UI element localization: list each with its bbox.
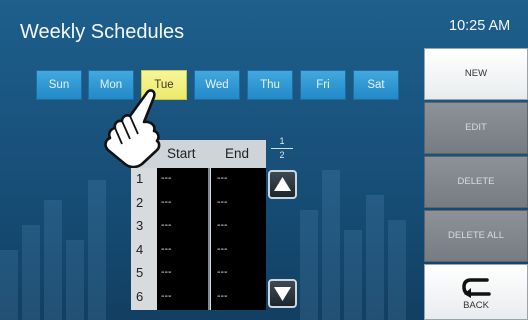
edit-button[interactable]: EDIT <box>424 102 528 154</box>
start-cell: --- <box>157 168 209 192</box>
scroll-up-button[interactable] <box>268 170 297 199</box>
row-number: 5 <box>136 265 144 281</box>
row-number: 2 <box>136 194 144 210</box>
row-number: 3 <box>136 218 144 234</box>
start-cell: --- <box>157 191 209 216</box>
row-number: 4 <box>136 241 144 257</box>
end-cell: --- <box>211 238 266 263</box>
back-label: BACK <box>463 300 489 311</box>
tab-thu[interactable]: Thu <box>247 70 293 100</box>
start-cell: --- <box>157 286 209 310</box>
tab-sat[interactable]: Sat <box>353 70 399 100</box>
tab-sun[interactable]: Sun <box>36 70 82 100</box>
end-cell: --- <box>211 168 266 192</box>
column-divider <box>208 168 210 310</box>
end-cell: --- <box>211 215 266 239</box>
table-row[interactable]: 4 --- --- <box>131 238 266 263</box>
end-cell: --- <box>211 191 266 216</box>
back-arrow-icon <box>462 278 491 298</box>
start-cell: --- <box>157 262 209 286</box>
end-cell: --- <box>211 262 266 286</box>
table-row[interactable]: 2 --- --- <box>131 191 266 216</box>
column-end: End <box>225 146 250 161</box>
clock: 10:25 AM <box>449 18 511 34</box>
back-button[interactable]: BACK <box>424 264 528 320</box>
tab-wed[interactable]: Wed <box>194 70 240 100</box>
table-row[interactable]: 3 --- --- <box>131 215 266 239</box>
page-title: Weekly Schedules <box>20 21 185 43</box>
row-number: 6 <box>136 289 144 304</box>
arrow-up-icon <box>274 177 291 191</box>
delete-button[interactable]: DELETE <box>424 156 528 208</box>
end-cell: --- <box>211 286 266 310</box>
start-cell: --- <box>157 238 209 263</box>
table-row[interactable]: 1 --- --- <box>131 168 266 192</box>
table-row[interactable]: 6 --- --- <box>131 286 266 310</box>
column-start: Start <box>167 146 196 161</box>
row-number: 1 <box>136 171 144 186</box>
table-row[interactable]: 5 --- --- <box>131 262 266 286</box>
page-indicator: 1 2 <box>270 136 294 161</box>
page-current: 1 <box>279 136 285 146</box>
new-button[interactable]: NEW <box>424 48 528 100</box>
tab-fri[interactable]: Fri <box>300 70 346 100</box>
start-cell: --- <box>157 215 209 239</box>
scroll-down-button[interactable] <box>268 279 297 308</box>
delete-all-button[interactable]: DELETE ALL <box>424 210 528 262</box>
arrow-down-icon <box>274 287 291 301</box>
page-total: 2 <box>279 150 285 160</box>
pointing-hand-icon <box>104 89 161 168</box>
schedule-table: 1 --- --- 2 --- --- 3 --- --- 4 --- --- … <box>131 168 266 310</box>
